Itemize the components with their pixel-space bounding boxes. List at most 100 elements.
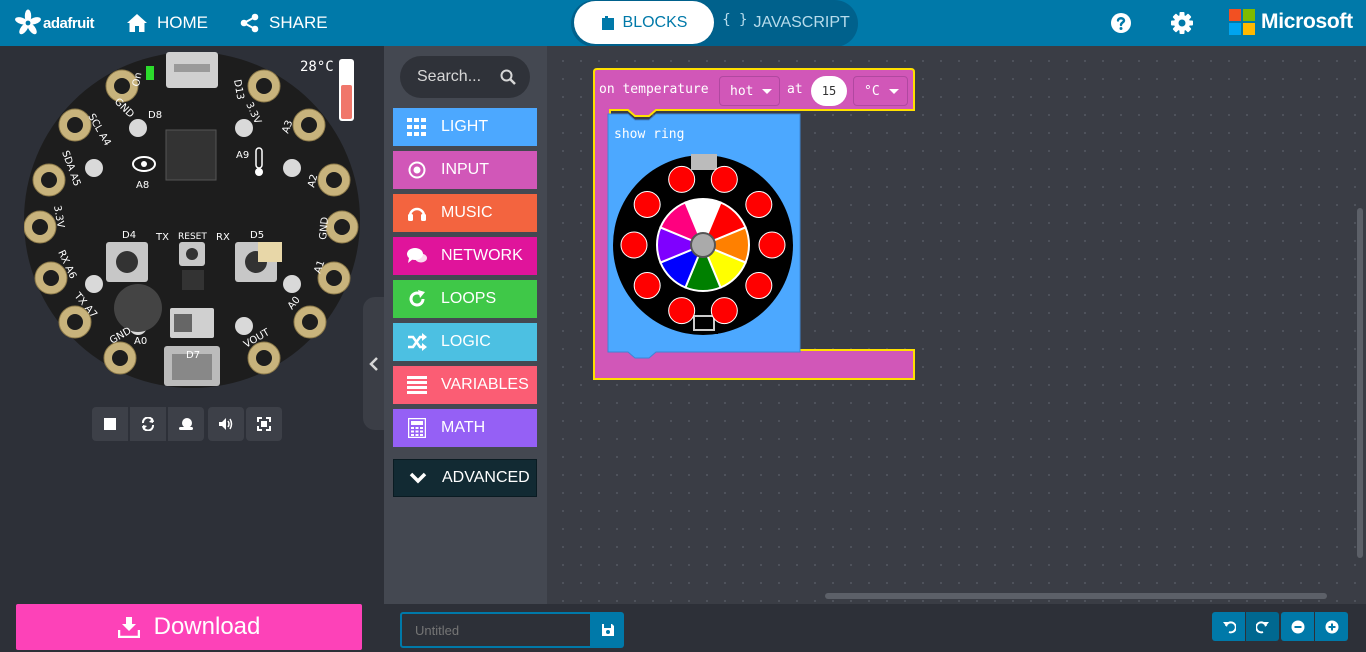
zoom-out-button[interactable] (1281, 612, 1314, 641)
redo-button[interactable] (1246, 612, 1279, 641)
ring-pixel[interactable] (745, 190, 773, 218)
shuffle-icon (393, 333, 441, 351)
help-button[interactable] (1109, 11, 1133, 35)
category-music[interactable]: MUSIC (393, 194, 537, 232)
stop-icon (104, 418, 116, 430)
temperature-slider[interactable] (339, 59, 354, 121)
project-name-input[interactable] (400, 612, 592, 648)
undo-icon (1222, 620, 1236, 633)
chevron-down-icon (394, 472, 442, 484)
microcontroller-chip (165, 129, 217, 181)
tab-blocks[interactable]: BLOCKS (574, 1, 714, 44)
horizontal-scrollbar[interactable] (825, 593, 1327, 599)
snail-icon (179, 418, 193, 430)
category-logic-label: LOGIC (441, 333, 491, 350)
on-temperature-block[interactable] (591, 68, 916, 382)
vendor-name: Microsoft (1261, 10, 1353, 33)
ring-pixel[interactable] (633, 272, 661, 300)
unit-dropdown[interactable]: °C (853, 76, 908, 106)
download-button[interactable]: Download (16, 604, 362, 650)
microsoft-logo[interactable]: Microsoft (1229, 9, 1353, 35)
svg-text:D5: D5 (250, 230, 264, 241)
top-bar: adafruit HOME SHARE BLOCKS { } JAVASCRIP… (0, 0, 1366, 47)
puzzle-icon (601, 15, 614, 30)
tab-javascript[interactable]: { } JAVASCRIPT (719, 1, 853, 44)
category-loops-label: LOOPS (441, 290, 497, 307)
chat-icon (393, 247, 441, 265)
svg-text:RESET: RESET (178, 232, 207, 242)
blocks-workspace[interactable]: on temperature hot at 15 °C show ring (547, 46, 1366, 604)
list-icon (393, 376, 441, 394)
redo-icon (1255, 620, 1269, 633)
search-icon (500, 69, 516, 85)
circuit-playground-board[interactable]: On D13 D8 GND SCL A4 SDA A5 3.3V RX A6 T… (24, 52, 364, 392)
search-placeholder: Search... (417, 68, 482, 85)
threshold-input[interactable]: 15 (811, 76, 847, 106)
home-button[interactable]: HOME (126, 10, 208, 36)
ring-pixel[interactable] (710, 297, 738, 325)
share-icon (240, 13, 259, 33)
headphones-icon (393, 204, 441, 222)
ring-pixel[interactable] (710, 165, 738, 193)
home-label: HOME (157, 13, 208, 32)
stop-button[interactable] (92, 407, 128, 441)
hat-block-prefix: on temperature (599, 82, 709, 97)
svg-text:RX: RX (216, 232, 230, 243)
undo-button[interactable] (1212, 612, 1245, 641)
save-icon (601, 624, 614, 636)
share-button[interactable]: SHARE (240, 10, 328, 36)
neopixel-ring-editor[interactable] (613, 154, 793, 335)
svg-text:TX: TX (155, 232, 169, 243)
fullscreen-button[interactable] (246, 407, 282, 441)
category-loops[interactable]: LOOPS (393, 280, 537, 318)
category-variables[interactable]: VARIABLES (393, 366, 537, 404)
download-label: Download (153, 613, 261, 640)
category-advanced[interactable]: ADVANCED (393, 459, 537, 497)
category-advanced-label: ADVANCED (442, 469, 530, 486)
microsoft-squares-icon (1229, 9, 1255, 35)
collapse-simulator-button[interactable] (363, 297, 385, 430)
target-icon (393, 161, 441, 179)
restart-icon (142, 417, 154, 431)
ring-pixel[interactable] (758, 231, 786, 259)
temperature-readout: 28°C (300, 59, 334, 75)
settings-button[interactable] (1170, 11, 1194, 35)
svg-text:A0: A0 (134, 336, 147, 347)
search-input[interactable]: Search... (400, 56, 530, 98)
zoom-in-button[interactable] (1315, 612, 1348, 641)
tab-blocks-label: BLOCKS (622, 13, 688, 31)
category-math[interactable]: MATH (393, 409, 537, 447)
ring-pixel[interactable] (668, 165, 696, 193)
category-music-label: MUSIC (441, 204, 493, 221)
speaker (114, 284, 162, 332)
category-input-label: INPUT (441, 161, 489, 178)
ring-pixel[interactable] (620, 231, 648, 259)
svg-text:A9: A9 (236, 150, 249, 161)
gear-icon (1171, 12, 1193, 34)
chevron-left-icon (369, 356, 378, 371)
zoom-out-icon (1291, 620, 1304, 633)
category-math-label: MATH (441, 419, 486, 436)
category-light[interactable]: LIGHT (393, 108, 537, 146)
simulator-controls (92, 407, 284, 441)
mute-button[interactable] (208, 407, 244, 441)
slow-mo-button[interactable] (168, 407, 204, 441)
zoom-in-icon (1325, 620, 1338, 633)
ring-pixel[interactable] (668, 297, 696, 325)
caret-down-icon (888, 88, 899, 94)
vertical-scrollbar[interactable] (1357, 208, 1363, 558)
save-button[interactable] (591, 612, 624, 648)
ring-pixel[interactable] (633, 190, 661, 218)
category-network[interactable]: NETWORK (393, 237, 537, 275)
restart-button[interactable] (130, 407, 166, 441)
ring-pixel[interactable] (745, 272, 773, 300)
brand-name: adafruit (43, 14, 95, 32)
condition-dropdown[interactable]: hot (719, 76, 780, 106)
fullscreen-icon (257, 417, 271, 431)
adafruit-logo[interactable]: adafruit (14, 9, 95, 37)
category-input[interactable]: INPUT (393, 151, 537, 189)
condition-value: hot (730, 83, 754, 99)
help-icon (1111, 13, 1131, 33)
svg-text:GND: GND (318, 216, 331, 240)
category-logic[interactable]: LOGIC (393, 323, 537, 361)
